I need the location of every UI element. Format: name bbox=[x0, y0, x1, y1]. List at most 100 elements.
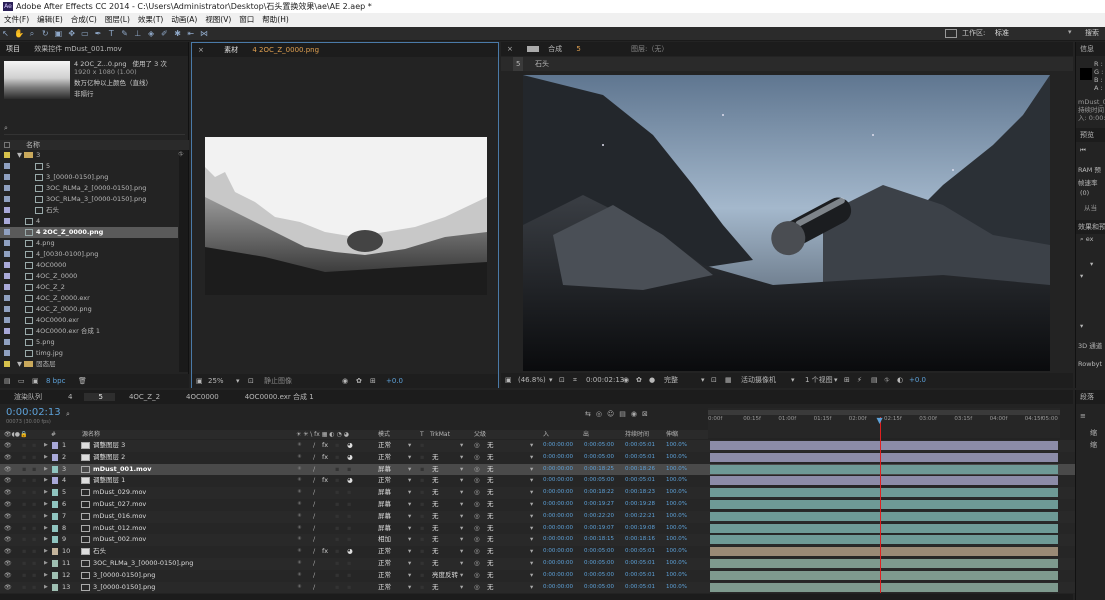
label-color-swatch[interactable] bbox=[4, 229, 10, 235]
effects-tree-chevron-icon[interactable]: ▾ bbox=[1080, 322, 1083, 330]
label-color-swatch[interactable] bbox=[52, 453, 58, 461]
in-point-value[interactable]: 0:00:00:00 bbox=[543, 523, 573, 535]
parent-pickwhip-icon[interactable]: ◎ bbox=[474, 570, 480, 582]
project-item[interactable]: timg.jpg bbox=[0, 348, 178, 359]
shy-switch-icon[interactable]: ✳ bbox=[297, 558, 302, 570]
frame-rate-value[interactable]: (0) bbox=[1080, 189, 1089, 197]
comp-flowchart-icon[interactable]: ⇆ bbox=[585, 410, 596, 418]
stretch-value[interactable]: 100.0% bbox=[666, 523, 687, 535]
project-item[interactable]: 5 bbox=[0, 161, 178, 172]
parent-dropdown[interactable]: 无 bbox=[487, 464, 494, 476]
label-color-swatch[interactable] bbox=[52, 489, 58, 497]
tab-layer[interactable]: 图层:（无） bbox=[625, 45, 674, 53]
label-color-swatch[interactable] bbox=[4, 240, 10, 246]
adjustment-layer-switch-icon[interactable]: ▪ bbox=[347, 499, 351, 511]
frame-blend-switch[interactable]: ▪ bbox=[335, 558, 339, 570]
in-point-value[interactable]: 0:00:00:00 bbox=[543, 546, 573, 558]
visibility-eye-icon[interactable]: 👁 bbox=[4, 487, 12, 499]
quality-switch-icon[interactable]: / bbox=[313, 534, 315, 546]
quality-switch-icon[interactable]: / bbox=[313, 546, 315, 558]
parent-pickwhip-icon[interactable]: ◎ bbox=[474, 582, 480, 594]
selection-tool-icon[interactable]: ↖ bbox=[1, 29, 10, 38]
visibility-eye-icon[interactable]: 👁 bbox=[4, 570, 12, 582]
roto-brush-tool-icon[interactable]: ✐ bbox=[160, 29, 169, 38]
in-point-value[interactable]: 0:00:00:00 bbox=[543, 475, 573, 487]
project-item[interactable]: 4 bbox=[0, 216, 178, 227]
shy-switch-icon[interactable]: ✳ bbox=[297, 499, 302, 511]
preserve-transparency-toggle[interactable]: ▪ bbox=[420, 523, 424, 535]
label-color-swatch[interactable] bbox=[4, 218, 10, 224]
duration-value[interactable]: 0:00:18:26 bbox=[625, 464, 655, 476]
label-color-swatch[interactable] bbox=[4, 207, 10, 213]
workspace-dropdown[interactable]: 标准 bbox=[995, 28, 1075, 38]
axis-icon[interactable]: ⋈ bbox=[200, 29, 209, 38]
layer-duration-bar[interactable] bbox=[710, 476, 1058, 486]
quality-switch-icon[interactable]: / bbox=[313, 523, 315, 535]
visibility-eye-icon[interactable]: 👁 bbox=[4, 475, 12, 487]
color-icon[interactable]: ✿ bbox=[356, 374, 362, 388]
label-color-swatch[interactable] bbox=[4, 273, 10, 279]
in-point-value[interactable]: 0:00:00:00 bbox=[543, 487, 573, 499]
quality-switch-icon[interactable]: / bbox=[313, 582, 315, 594]
expand-chevron-icon[interactable]: ▶ bbox=[44, 511, 48, 523]
shy-switch-icon[interactable]: ✳ bbox=[297, 582, 302, 594]
label-color-swatch[interactable] bbox=[4, 328, 10, 334]
parent-dropdown[interactable]: 无 bbox=[487, 440, 494, 452]
label-color-swatch[interactable] bbox=[52, 583, 58, 591]
preserve-transparency-toggle[interactable]: ▪ bbox=[420, 452, 424, 464]
quality-switch-icon[interactable]: / bbox=[313, 558, 315, 570]
layer-row[interactable]: 👁 ▪ ▪ ▶ 12 3_[0000-0150].png ✳ / ▪ ▪ 正常 ▾ ▪ 亮度反转 ▾ ◎ 无 ▾ 0… bbox=[0, 569, 1105, 582]
expand-chevron-icon[interactable]: ▶ bbox=[44, 558, 48, 570]
clone-stamp-tool-icon[interactable]: ⊥ bbox=[133, 29, 142, 38]
frame-blend-switch[interactable]: ▪ bbox=[335, 475, 339, 487]
label-color-swatch[interactable] bbox=[52, 442, 58, 449]
breadcrumb-comp-5[interactable]: 5 bbox=[513, 57, 524, 71]
effects-switch-icon[interactable]: fx bbox=[322, 475, 328, 487]
timeline-timecode[interactable]: 0:00:02:13 bbox=[6, 407, 61, 418]
visibility-eye-icon[interactable]: 👁 bbox=[4, 452, 12, 464]
blend-mode-dropdown[interactable]: 相加 bbox=[378, 534, 391, 546]
rotate-tool-icon[interactable]: ↻ bbox=[41, 29, 50, 38]
preserve-transparency-toggle[interactable]: ▪ bbox=[420, 475, 424, 487]
in-point-value[interactable]: 0:00:00:00 bbox=[543, 464, 573, 476]
adjustment-layer-switch-icon[interactable]: ▪ bbox=[347, 582, 351, 594]
stretch-value[interactable]: 100.0% bbox=[666, 558, 687, 570]
adjustment-layer-switch-icon[interactable]: ▪ bbox=[347, 558, 351, 570]
solo-toggle[interactable]: ▪ bbox=[22, 582, 26, 594]
expand-chevron-icon[interactable]: ▶ bbox=[44, 499, 48, 511]
project-item[interactable]: 4 2OC_Z_0000.png bbox=[0, 227, 178, 238]
zoom-tool-icon[interactable]: ⌕ bbox=[27, 29, 36, 38]
adjustment-layer-switch-icon[interactable]: ▪ bbox=[347, 487, 351, 499]
layer-row[interactable]: 👁 ▪ ▪ ▶ 7 mDust_016.mov ✳ / ▪ ▪ 屏幕 ▾ ▪ 无 ▾ ◎ 无 ▾ 0:00:00:0… bbox=[0, 510, 1105, 523]
lock-toggle[interactable]: ▪ bbox=[32, 558, 36, 570]
parent-pickwhip-icon[interactable]: ◎ bbox=[474, 440, 480, 452]
duration-value[interactable]: 0:00:05:01 bbox=[625, 582, 655, 594]
stretch-header[interactable]: 伸缩 bbox=[666, 430, 678, 439]
frame-blend-switch[interactable]: ▪ bbox=[335, 582, 339, 594]
pen-tool-icon[interactable]: ✒ bbox=[94, 29, 103, 38]
project-item[interactable]: 4OC_Z_2 bbox=[0, 282, 178, 293]
label-color-swatch[interactable] bbox=[4, 350, 10, 356]
frame-blend-switch[interactable]: ▪ bbox=[335, 464, 339, 476]
shy-switch-icon[interactable]: ✳ bbox=[297, 440, 302, 452]
label-color-swatch[interactable] bbox=[52, 465, 58, 473]
layer-row[interactable]: 👁 ▪ ▪ ▶ 8 mDust_012.mov ✳ / ▪ ▪ 屏幕 ▾ ▪ 无 ▾ ◎ 无 ▾ 0:00:00:0… bbox=[0, 522, 1105, 535]
layer-duration-bar[interactable] bbox=[710, 582, 1058, 592]
menu-effect[interactable]: 效果(T) bbox=[134, 15, 167, 24]
exposure-reset-icon[interactable]: ◐ bbox=[897, 373, 903, 388]
project-item[interactable]: 3_[0000-0150].png bbox=[0, 172, 178, 183]
label-color-swatch[interactable] bbox=[52, 571, 58, 579]
timeline-tab[interactable]: 渲染队列 bbox=[0, 393, 54, 401]
label-color-swatch[interactable] bbox=[4, 339, 10, 345]
trkmat-dropdown[interactable]: 无 bbox=[432, 475, 439, 487]
out-point-value[interactable]: 0:00:05:00 bbox=[584, 546, 614, 558]
project-item[interactable]: 5.png bbox=[0, 337, 178, 348]
transparency-grid-icon[interactable]: ▦ bbox=[725, 373, 732, 388]
parent-pickwhip-icon[interactable]: ◎ bbox=[474, 475, 480, 487]
frame-blend-switch[interactable]: ▪ bbox=[335, 487, 339, 499]
duration-value[interactable]: 0:00:05:01 bbox=[625, 440, 655, 452]
visibility-eye-icon[interactable]: 👁 bbox=[4, 464, 12, 476]
project-item[interactable]: 3OC_RLMa_3_[0000-0150].png bbox=[0, 194, 178, 205]
layer-duration-bar[interactable] bbox=[710, 523, 1058, 533]
tab-footage[interactable]: 素材 4 2OC_Z_0000.png bbox=[212, 46, 331, 54]
